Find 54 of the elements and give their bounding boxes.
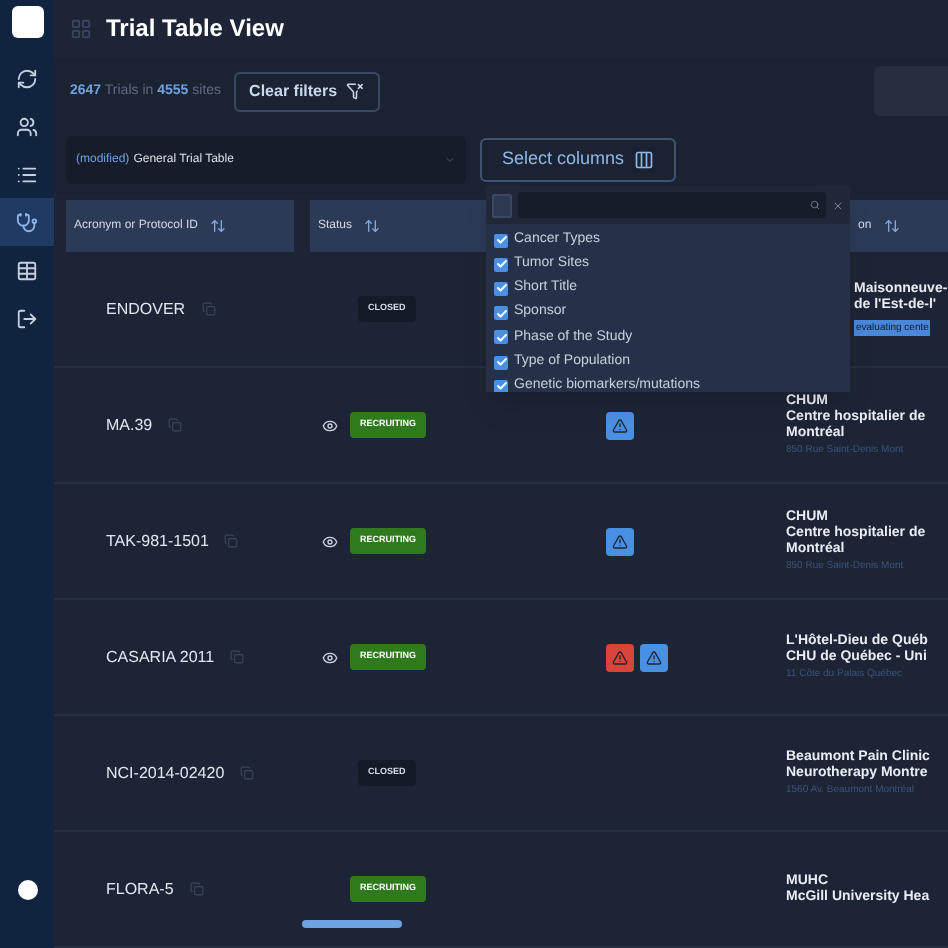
warning-flag[interactable]	[606, 527, 634, 556]
eye-icon[interactable]	[322, 533, 338, 550]
protocol-id: TAK-981-1501	[106, 529, 209, 554]
eye-icon[interactable]	[322, 417, 338, 434]
columns-icon	[634, 150, 655, 171]
protocol-id: CASARIA 2011	[106, 645, 215, 670]
close-icon[interactable]	[832, 199, 844, 211]
select-all-checkbox[interactable]	[492, 193, 512, 217]
warning-flag[interactable]	[640, 643, 668, 672]
select-columns-button[interactable]: Select columns	[480, 138, 677, 183]
doctor-icon	[16, 211, 38, 233]
logo-icon	[11, 6, 43, 38]
copy-icon	[189, 882, 204, 897]
warning-flag[interactable]	[606, 411, 634, 440]
list-icon	[16, 163, 38, 185]
copy-icon	[168, 418, 183, 433]
checkbox[interactable]	[494, 257, 508, 272]
page-title: Trial Table View	[106, 12, 284, 47]
protocol-id: FLORA-5	[106, 877, 174, 902]
copy-icon	[201, 302, 216, 317]
sort-icon	[364, 218, 381, 235]
table-icon	[16, 259, 38, 281]
checkbox[interactable]	[494, 379, 508, 392]
copy-icon	[230, 650, 245, 665]
sort-icon	[883, 218, 900, 235]
checkbox[interactable]	[494, 330, 508, 345]
filter-off-icon	[345, 82, 364, 101]
warning-flag[interactable]	[606, 643, 634, 672]
sort-icon	[210, 218, 227, 235]
avatar-icon[interactable]	[17, 880, 37, 900]
checkbox[interactable]	[494, 233, 508, 248]
horizontal-scrollbar[interactable]	[302, 920, 402, 928]
warning-icon	[612, 533, 628, 550]
copy-icon	[240, 766, 255, 781]
search-icon	[810, 200, 820, 210]
checkbox[interactable]	[494, 281, 508, 296]
search-field[interactable]	[518, 192, 826, 218]
clear-filters-button[interactable]: Clear filters	[233, 71, 380, 112]
warning-icon	[612, 417, 628, 434]
warning-icon	[612, 649, 628, 666]
sidebar-item[interactable]	[0, 198, 54, 246]
exit-icon	[16, 307, 38, 329]
people-icon	[16, 115, 38, 137]
refresh-icon	[16, 67, 38, 89]
protocol-id: MA.39	[106, 413, 153, 438]
protocol-id: ENDOVER	[106, 297, 186, 322]
copy-icon	[224, 534, 239, 549]
checkbox[interactable]	[494, 355, 508, 370]
protocol-id: NCI-2014-02420	[106, 761, 225, 786]
checkbox[interactable]	[494, 306, 508, 321]
eye-icon[interactable]	[322, 649, 338, 666]
warning-icon	[646, 649, 662, 666]
grid-icon	[70, 17, 92, 40]
chevron-icon	[444, 154, 456, 167]
